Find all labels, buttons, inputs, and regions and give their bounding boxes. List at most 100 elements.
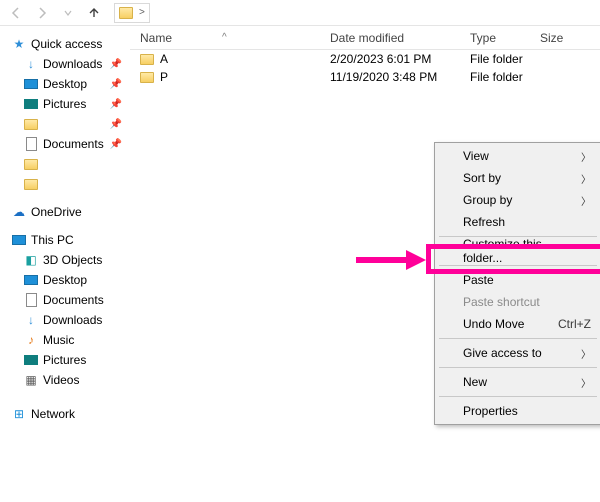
sidebar-item-pictures[interactable]: Pictures bbox=[10, 350, 130, 370]
ctx-sort-by[interactable]: Sort by〉 bbox=[437, 167, 599, 189]
chevron-right-icon: 〉 bbox=[581, 346, 591, 361]
file-row[interactable]: P 11/19/2020 3:48 PM File folder bbox=[130, 68, 600, 86]
ctx-new[interactable]: New〉 bbox=[437, 371, 599, 393]
desktop-icon bbox=[24, 273, 38, 287]
file-date: 2/20/2023 6:01 PM bbox=[330, 52, 470, 66]
download-icon: ↓ bbox=[24, 57, 38, 71]
ctx-refresh[interactable]: Refresh bbox=[437, 211, 599, 233]
file-name: A bbox=[160, 52, 168, 66]
music-icon: ♪ bbox=[24, 333, 38, 347]
network-icon: ⊞ bbox=[12, 407, 26, 421]
separator bbox=[439, 338, 597, 339]
sidebar-item-downloads[interactable]: ↓ Downloads 📌 bbox=[10, 54, 130, 74]
annotation-highlight bbox=[426, 244, 600, 274]
back-button[interactable] bbox=[6, 3, 26, 23]
folder-icon bbox=[24, 177, 38, 191]
cube-icon: ◧ bbox=[24, 253, 38, 267]
chevron-right-icon: 〉 bbox=[581, 149, 591, 164]
file-row[interactable]: A 2/20/2023 6:01 PM File folder bbox=[130, 50, 600, 68]
column-size[interactable]: Size bbox=[540, 31, 580, 45]
sidebar-item-pictures[interactable]: Pictures 📌 bbox=[10, 94, 130, 114]
toolbar: > bbox=[0, 0, 600, 26]
sidebar-item-folder[interactable] bbox=[10, 174, 130, 194]
forward-button[interactable] bbox=[32, 3, 52, 23]
ctx-label: New bbox=[463, 375, 487, 389]
sidebar-item-documents[interactable]: Documents bbox=[10, 290, 130, 310]
chevron-right-icon: 〉 bbox=[581, 193, 591, 208]
ctx-label: Properties bbox=[463, 404, 518, 418]
sidebar-item-label: Network bbox=[31, 407, 75, 421]
sidebar-item-label: Documents bbox=[43, 137, 104, 151]
document-icon bbox=[24, 293, 38, 307]
ctx-group-by[interactable]: Group by〉 bbox=[437, 189, 599, 211]
sidebar-item-music[interactable]: ♪ Music bbox=[10, 330, 130, 350]
file-list-pane[interactable]: Name ^ Date modified Type Size A 2/20/20… bbox=[130, 26, 600, 502]
sidebar-item-desktop[interactable]: Desktop 📌 bbox=[10, 74, 130, 94]
ctx-label: Refresh bbox=[463, 215, 505, 229]
sidebar-item-label: Downloads bbox=[43, 313, 102, 327]
sidebar-item-folder[interactable] bbox=[10, 154, 130, 174]
shortcut-label: Ctrl+Z bbox=[558, 317, 591, 331]
separator bbox=[439, 396, 597, 397]
pin-icon: 📌 bbox=[110, 139, 122, 150]
sidebar-item-label: This PC bbox=[31, 233, 74, 247]
up-button[interactable] bbox=[84, 3, 104, 23]
separator bbox=[439, 367, 597, 368]
pc-icon bbox=[12, 233, 26, 247]
sidebar-item-folder[interactable]: 📌 bbox=[10, 114, 130, 134]
file-type: File folder bbox=[470, 52, 540, 66]
pin-icon: 📌 bbox=[110, 79, 122, 90]
ctx-properties[interactable]: Properties bbox=[437, 400, 599, 422]
sidebar-item-label: Documents bbox=[43, 293, 104, 307]
pictures-icon bbox=[24, 353, 38, 367]
sidebar-item-documents[interactable]: Documents 📌 bbox=[10, 134, 130, 154]
sidebar-item-label: Pictures bbox=[43, 353, 86, 367]
ctx-view[interactable]: View 〉 bbox=[437, 145, 599, 167]
file-date: 11/19/2020 3:48 PM bbox=[330, 70, 470, 84]
ctx-undo[interactable]: Undo Move Ctrl+Z bbox=[437, 313, 599, 335]
folder-icon bbox=[140, 54, 154, 65]
ctx-paste-shortcut[interactable]: Paste shortcut bbox=[437, 291, 599, 313]
pin-icon: 📌 bbox=[110, 119, 122, 130]
sidebar-item-label: OneDrive bbox=[31, 205, 82, 219]
folder-icon bbox=[119, 7, 133, 19]
sidebar-item-label: Downloads bbox=[43, 57, 102, 71]
ctx-label: Paste bbox=[463, 273, 494, 287]
pin-icon: 📌 bbox=[110, 99, 122, 110]
ctx-label: View bbox=[463, 149, 489, 163]
column-name[interactable]: Name bbox=[140, 31, 172, 45]
column-date[interactable]: Date modified bbox=[330, 31, 470, 45]
annotation-arrow-icon bbox=[356, 250, 426, 270]
sidebar-item-label: Pictures bbox=[43, 97, 86, 111]
sidebar-item-label: 3D Objects bbox=[43, 253, 102, 267]
sidebar-item-videos[interactable]: ▦ Videos bbox=[10, 370, 130, 390]
sidebar-this-pc[interactable]: This PC bbox=[10, 230, 130, 250]
chevron-right-icon: > bbox=[139, 7, 145, 18]
sidebar-network[interactable]: ⊞ Network bbox=[10, 404, 130, 424]
sidebar-item-label: Music bbox=[43, 333, 74, 347]
sidebar-item-downloads[interactable]: ↓ Downloads bbox=[10, 310, 130, 330]
ctx-give-access[interactable]: Give access to〉 bbox=[437, 342, 599, 364]
nav-pane: ★ Quick access ↓ Downloads 📌 Desktop 📌 P… bbox=[0, 26, 130, 502]
sidebar-item-label: Desktop bbox=[43, 273, 87, 287]
column-type[interactable]: Type bbox=[470, 31, 540, 45]
ctx-label: Undo Move bbox=[463, 317, 524, 331]
sidebar-item-label: Videos bbox=[43, 373, 79, 387]
pin-icon: 📌 bbox=[110, 59, 122, 70]
recent-dropdown[interactable] bbox=[58, 3, 78, 23]
folder-icon bbox=[24, 157, 38, 171]
file-name: P bbox=[160, 70, 168, 84]
sidebar-item-desktop[interactable]: Desktop bbox=[10, 270, 130, 290]
star-icon: ★ bbox=[12, 37, 26, 51]
address-bar[interactable]: > bbox=[114, 3, 150, 23]
sidebar-item-label: Quick access bbox=[31, 37, 102, 51]
sidebar-item-3d-objects[interactable]: ◧ 3D Objects bbox=[10, 250, 130, 270]
chevron-right-icon: 〉 bbox=[581, 171, 591, 186]
file-type: File folder bbox=[470, 70, 540, 84]
sidebar-onedrive[interactable]: ☁ OneDrive bbox=[10, 202, 130, 222]
sidebar-quick-access[interactable]: ★ Quick access bbox=[10, 34, 130, 54]
folder-icon bbox=[24, 117, 38, 131]
context-menu: View〉 Sort by〉 Group by〉 Refresh Customi… bbox=[434, 142, 600, 425]
sort-caret-icon: ^ bbox=[222, 32, 227, 43]
video-icon: ▦ bbox=[24, 373, 38, 387]
